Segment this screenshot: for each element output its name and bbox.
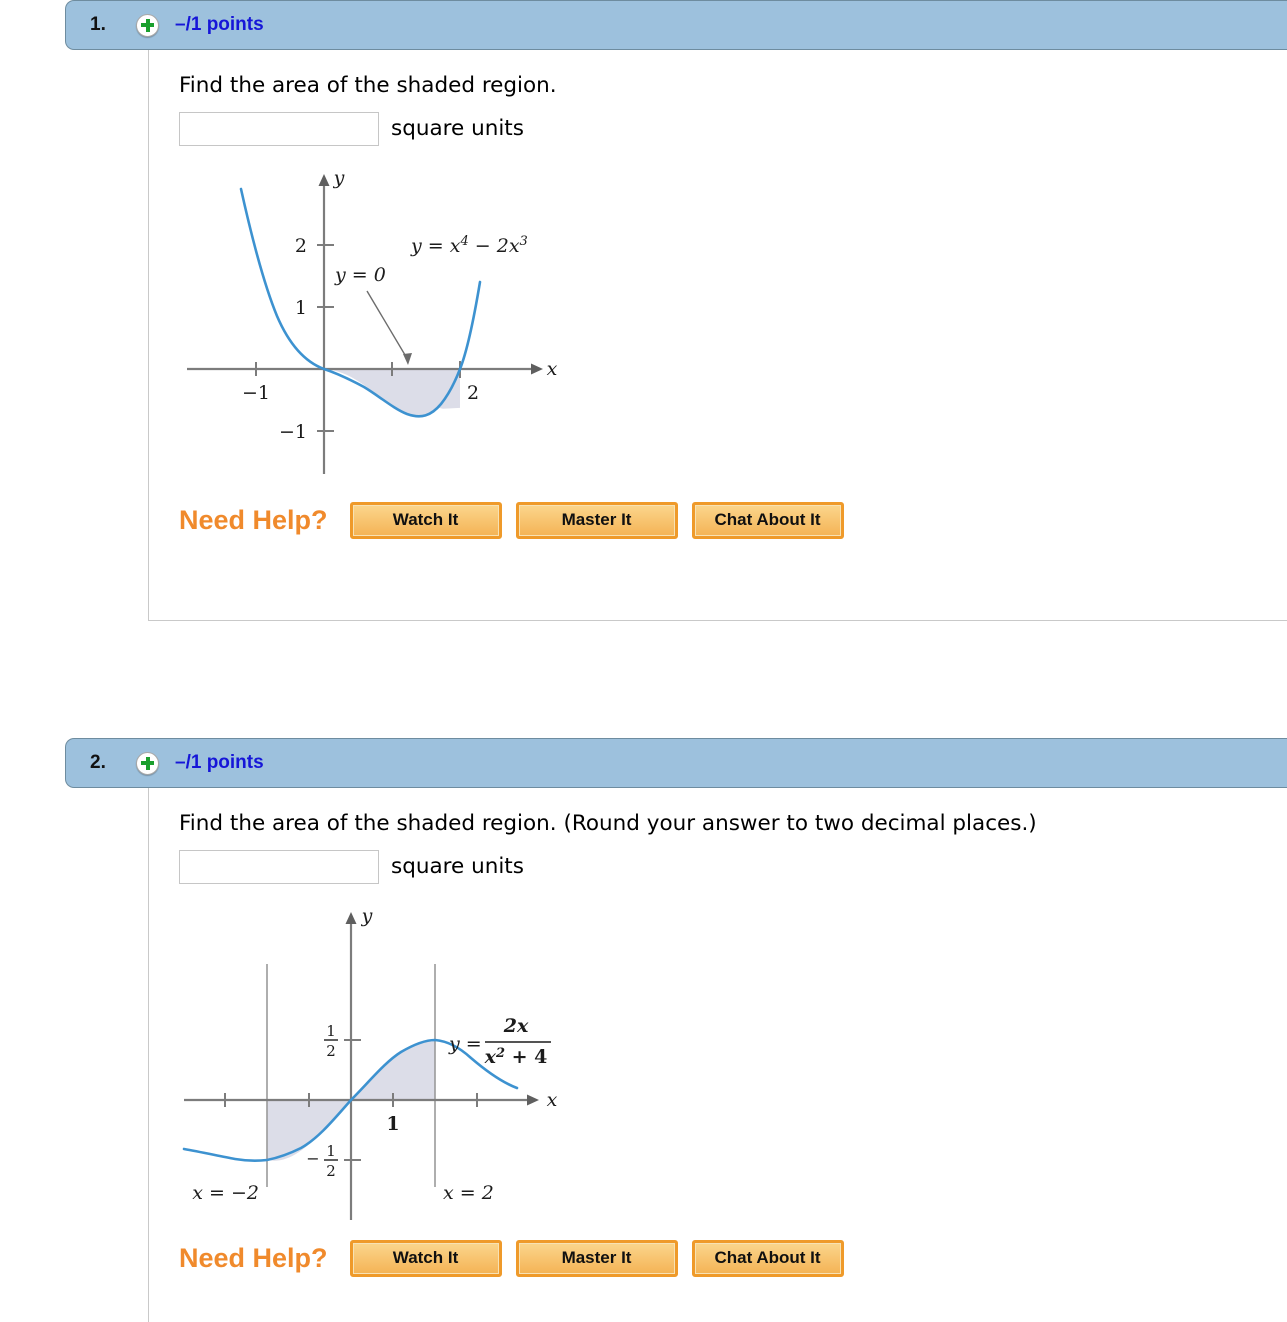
answer-input[interactable] [179,111,379,146]
x-tick-label-1: 1 [386,1113,399,1135]
zero-leader-line [366,290,409,361]
need-help-row: Need Help? Watch It Master It Chat About… [179,501,1287,539]
y-tick-label--1: −1 [279,421,307,443]
zero-leader-arrow [403,352,412,365]
x-axis-arrow [527,1094,539,1106]
chat-about-it-button[interactable]: Chat About It [691,501,844,539]
need-help-label: Need Help? [179,504,328,535]
question-block-2: 2. –/1 points Find the area of the shade… [0,738,1287,1322]
question-prompt: Find the area of the shaded region. (Rou… [179,811,1037,836]
answer-input[interactable] [179,849,379,884]
question-block-1: 1. –/1 points Find the area of the shade… [0,0,1287,621]
svg-text:2: 2 [326,1042,336,1060]
svg-text:1: 1 [326,1142,336,1160]
need-help-label: Need Help? [179,1242,328,1273]
x-axis-label: x [547,358,558,380]
x-axis-label: x [547,1089,558,1111]
svg-text:−: − [306,1149,319,1168]
question-number: 2. [90,752,106,773]
left-bound-label: x = −2 [192,1182,259,1204]
chat-about-it-button[interactable]: Chat About It [691,1239,844,1277]
answer-row: square units [179,111,1287,146]
y-axis-arrow [345,911,357,924]
answer-unit-label: square units [391,116,524,142]
svg-text:2: 2 [326,1162,336,1180]
equation-label: y = x4 − 2x3 [410,234,528,257]
y-tick-label-2: 2 [295,235,307,257]
x-axis-arrow [531,363,543,375]
svg-text:1: 1 [326,1022,336,1040]
exercise-page: 1. –/1 points Find the area of the shade… [0,0,1287,1322]
y-tick-label-half: 1 2 [324,1022,338,1060]
answer-row: square units [179,849,1287,884]
quartic-shaded-area-figure: x y −1 2 2 1 −1 y = 0 y = x4 − 2x3 [187,167,558,474]
watch-it-button[interactable]: Watch It [349,501,502,539]
question-body-1: Find the area of the shaded region. squa… [148,50,1287,620]
svg-text:2x: 2x [503,1015,529,1037]
equation-label: y = 2x x2 + 4 [448,1015,551,1068]
right-bound-label: x = 2 [443,1182,494,1204]
points-label: –/1 points [175,14,264,35]
need-help-row: Need Help? Watch It Master It Chat About… [179,1239,1287,1277]
question-body-2: Find the area of the shaded region. (Rou… [148,788,1287,1322]
y-tick-label-minus-half: − 1 2 [306,1142,338,1180]
x-tick-label-2: 2 [467,382,479,404]
y-axis-label: y [361,905,373,927]
zero-label: y = 0 [334,264,386,286]
x-tick-label--1: −1 [242,382,270,404]
points-label: –/1 points [175,752,264,773]
master-it-button[interactable]: Master It [515,501,678,539]
figure-2-container: x y 1 1 2 − 1 2 y = 2x x2 + 4 x = −2 x =… [179,902,1287,1236]
y-axis-arrow [318,173,330,186]
watch-it-button[interactable]: Watch It [349,1239,502,1277]
plus-circle-icon[interactable] [136,13,159,37]
figure-1-container: x y −1 2 2 1 −1 y = 0 y = x4 − 2x3 [179,164,1287,498]
question-header-1: 1. –/1 points [65,0,1287,50]
question-prompt: Find the area of the shaded region. [179,73,557,98]
question-1-bottom-rule [148,620,1287,621]
question-number: 1. [90,14,106,35]
y-axis-label: y [333,167,345,189]
svg-text:x2 + 4: x2 + 4 [484,1046,548,1068]
plus-circle-icon[interactable] [136,751,159,775]
y-tick-label-1: 1 [295,297,307,319]
answer-unit-label: square units [391,854,524,880]
master-it-button[interactable]: Master It [515,1239,678,1277]
rational-shaded-area-figure: x y 1 1 2 − 1 2 y = 2x x2 + 4 x = −2 x =… [182,905,558,1220]
question-header-2: 2. –/1 points [65,738,1287,788]
svg-text:y =: y = [448,1033,482,1055]
